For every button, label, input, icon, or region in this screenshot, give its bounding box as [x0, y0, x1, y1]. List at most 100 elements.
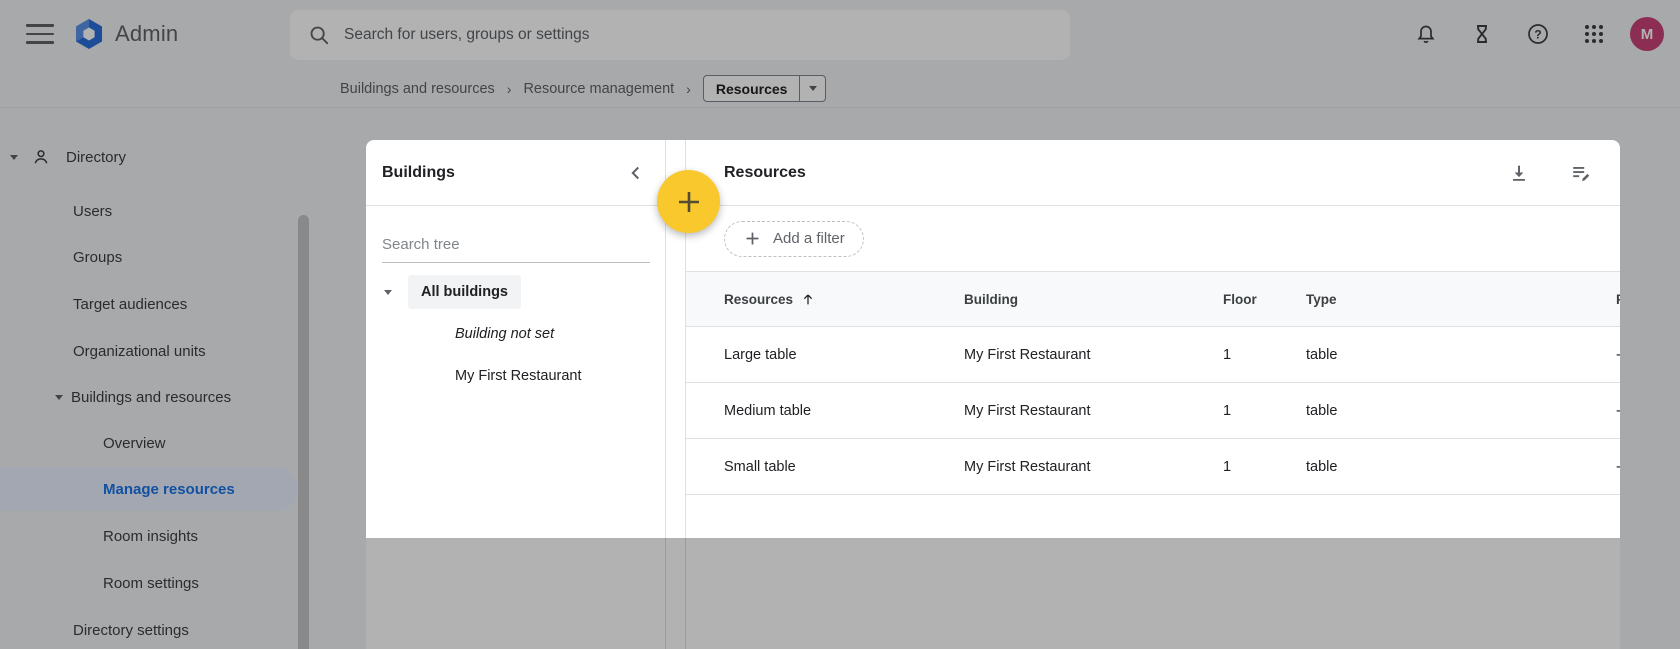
list-edit-icon — [1573, 166, 1590, 181]
collapse-panel-button[interactable] — [621, 158, 651, 188]
cell-type: table — [1306, 346, 1338, 363]
buildings-panel-title: Buildings — [382, 163, 455, 181]
resources-panel: Resources Add a filter Resources Buildin… — [685, 140, 1620, 649]
selected-item-pill: Manage resources — [0, 467, 298, 511]
cell-extra: - — [1616, 347, 1620, 363]
product-name: Admin — [115, 21, 179, 46]
global-search[interactable] — [290, 10, 1070, 60]
tree-node-label: Building not set — [455, 326, 555, 342]
table-header-row: Resources Building Floor Type F — [686, 272, 1620, 327]
top-app-bar: Admin ? — [0, 0, 1680, 68]
add-filter-button[interactable]: Add a filter — [724, 220, 864, 257]
sidebar-item-label: Target audiences — [73, 295, 188, 313]
breadcrumb-resource-management[interactable]: Resource management — [523, 81, 674, 97]
column-header-type[interactable]: Type — [1306, 292, 1616, 307]
cell-resource: Small table — [724, 458, 796, 475]
table-row[interactable]: Small table My First Restaurant 1 table … — [686, 439, 1620, 495]
column-header-floor[interactable]: Floor — [1223, 292, 1306, 307]
buildings-panel: Buildings All buildings Building not set… — [366, 140, 666, 649]
google-admin-logo[interactable]: Admin — [72, 17, 178, 51]
sidebar-item-organizational-units[interactable]: Organizational units — [0, 332, 312, 370]
column-label: Type — [1306, 291, 1337, 307]
column-header-resources[interactable]: Resources — [724, 291, 964, 307]
sidebar-item-label: Room settings — [103, 574, 199, 592]
admin-console-page: Admin ? — [0, 0, 1680, 649]
buildings-panel-header: Buildings — [366, 140, 665, 206]
table-row[interactable]: Large table My First Restaurant 1 table … — [686, 327, 1620, 383]
chevron-down-icon — [808, 86, 817, 91]
bulk-edit-button[interactable] — [1566, 158, 1596, 188]
table-row[interactable]: Medium table My First Restaurant 1 table… — [686, 383, 1620, 439]
sidebar-item-groups[interactable]: Groups — [0, 238, 312, 276]
breadcrumb-current[interactable]: Resources — [704, 76, 800, 101]
cell-floor: 1 — [1223, 346, 1232, 363]
sidebar-item-room-settings[interactable]: Room settings — [0, 564, 312, 602]
sidebar-item-label: Groups — [73, 248, 123, 266]
resources-panel-actions — [1504, 158, 1596, 188]
tree-node-my-first-restaurant[interactable]: My First Restaurant — [366, 355, 665, 397]
help-button[interactable]: ? — [1518, 14, 1558, 54]
search-icon — [308, 24, 330, 46]
account-avatar[interactable]: M — [1630, 17, 1664, 51]
apps-grid-button[interactable] — [1574, 14, 1614, 54]
column-label: Building — [964, 291, 1018, 307]
sidebar-section-label: Directory — [66, 148, 127, 166]
cell-type: table — [1306, 458, 1338, 475]
buildings-tree: All buildings Building not set My First … — [366, 271, 665, 397]
column-label: F — [1616, 292, 1620, 307]
admin-logo-icon — [72, 17, 106, 51]
column-label: Resources — [724, 291, 794, 307]
content-card: Buildings All buildings Building not set… — [366, 140, 1620, 649]
sidebar-scrollbar-thumb[interactable] — [298, 215, 309, 649]
caret-down-icon — [55, 394, 63, 400]
main-menu-icon[interactable] — [26, 24, 54, 44]
sidebar-item-label: Room insights — [103, 527, 199, 545]
sidebar-item-label: Buildings and resources — [71, 388, 232, 406]
column-header-clipped[interactable]: F — [1616, 292, 1620, 307]
cell-resource: Medium table — [724, 402, 812, 419]
breadcrumb-separator: › — [686, 80, 691, 97]
tree-node-building-not-set[interactable]: Building not set — [366, 313, 665, 355]
cell-extra: - — [1616, 459, 1620, 475]
sidebar-item-label: Overview — [103, 434, 166, 452]
cell-building: My First Restaurant — [964, 402, 1091, 419]
download-icon — [1513, 165, 1525, 181]
apps-grid-icon — [1583, 23, 1605, 45]
filter-bar: Add a filter — [686, 206, 1620, 272]
breadcrumb-separator: › — [506, 80, 512, 97]
tree-search-input[interactable] — [382, 232, 650, 263]
resources-panel-title: Resources — [724, 163, 806, 181]
sidebar-item-users[interactable]: Users — [0, 192, 312, 230]
column-header-building[interactable]: Building — [964, 292, 1223, 307]
sidebar-item-target-audiences[interactable]: Target audiences — [0, 285, 312, 323]
sidebar-section-directory[interactable]: Directory — [0, 138, 312, 176]
resources-panel-header: Resources — [686, 140, 1620, 206]
add-resource-fab[interactable] — [657, 170, 720, 233]
sidebar-item-buildings-and-resources[interactable]: Buildings and resources — [0, 378, 312, 416]
cell-resource: Large table — [724, 346, 797, 363]
sidebar-item-label: Organizational units — [73, 342, 206, 360]
sidebar-item-manage-resources[interactable]: Manage resources — [0, 467, 312, 511]
breadcrumb-dropdown-button[interactable] — [799, 76, 825, 101]
sidebar-item-label: Manage resources — [103, 480, 235, 498]
help-icon: ? — [1526, 22, 1550, 46]
top-bar-actions: ? M — [1406, 0, 1664, 68]
tasks-button[interactable] — [1462, 14, 1502, 54]
cell-type: table — [1306, 402, 1338, 419]
cell-extra: - — [1616, 403, 1620, 419]
caret-down-icon — [10, 154, 18, 160]
tree-node-label: My First Restaurant — [455, 368, 582, 384]
sidebar-item-directory-settings[interactable]: Directory settings — [0, 611, 312, 649]
notifications-button[interactable] — [1406, 14, 1446, 54]
sidebar-item-overview[interactable]: Overview — [0, 424, 312, 462]
sidebar-item-label: Users — [73, 202, 113, 220]
download-button[interactable] — [1504, 158, 1534, 188]
caret-down-icon — [384, 289, 392, 295]
search-input[interactable] — [344, 26, 1052, 44]
bell-icon — [1414, 22, 1438, 46]
tree-node-all-buildings[interactable]: All buildings — [366, 271, 665, 313]
breadcrumb-buildings-and-resources[interactable]: Buildings and resources — [340, 81, 495, 97]
sidebar-item-room-insights[interactable]: Room insights — [0, 517, 312, 555]
navigation-sidebar: Directory Users Groups Target audiences … — [0, 68, 312, 649]
cell-building: My First Restaurant — [964, 458, 1091, 475]
